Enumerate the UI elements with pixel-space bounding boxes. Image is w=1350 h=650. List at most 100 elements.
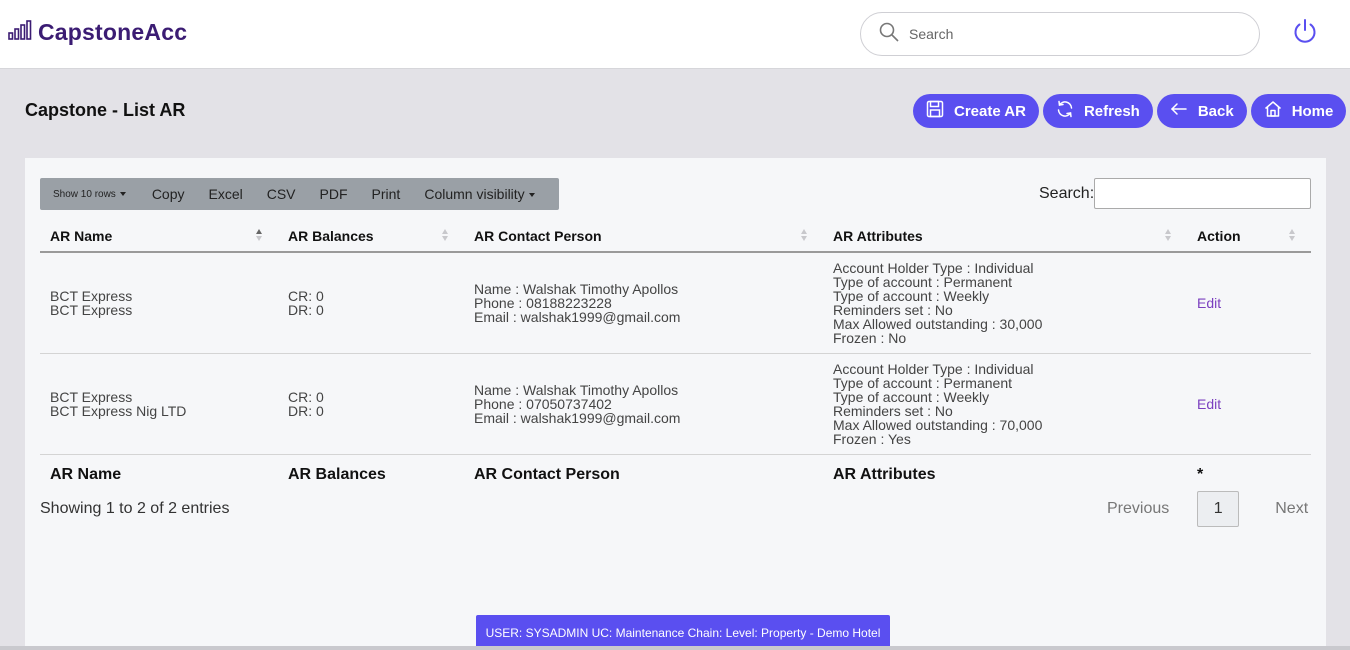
ar-name-line: BCT Express (50, 301, 133, 318)
bar-chart-icon (8, 19, 32, 46)
caret-down-icon (119, 191, 126, 196)
bottom-divider (0, 646, 1350, 650)
edit-link[interactable]: Edit (1197, 295, 1221, 311)
pdf-button[interactable]: PDF (320, 186, 348, 202)
contact-line: Email : walshak1999@gmail.com (474, 308, 681, 325)
table-info: Showing 1 to 2 of 2 entries (40, 500, 230, 517)
cell-ar-balances: CR: 0 DR: 0 (278, 252, 464, 354)
balance-line: CR: 0 (288, 388, 324, 405)
page-1-button[interactable]: 1 (1197, 491, 1240, 527)
previous-page-button[interactable]: Previous (1107, 500, 1169, 518)
col-header-ar-balances[interactable]: AR Balances (278, 220, 464, 253)
table-footer-row: AR Name AR Balances AR Contact Person AR… (40, 454, 1311, 490)
cell-action: Edit (1187, 252, 1311, 354)
copy-button[interactable]: Copy (152, 186, 185, 202)
home-label: Home (1291, 102, 1334, 120)
sort-icon (1289, 229, 1297, 243)
attribute-line: Reminders set : No (833, 301, 953, 318)
attribute-line: Account Holder Type : Individual (833, 360, 1034, 377)
col-header-ar-contact-person[interactable]: AR Contact Person (464, 220, 823, 253)
balance-line: DR: 0 (288, 301, 324, 318)
show-rows-label: Show 10 rows (53, 188, 116, 200)
table-row: BCT Express BCT Express Nig LTD CR: 0 DR: … (40, 353, 1311, 455)
edit-link[interactable]: Edit (1197, 396, 1221, 412)
global-search-input[interactable] (909, 26, 1229, 42)
back-label: Back (1197, 102, 1234, 120)
cell-ar-attributes: Account Holder Type : Individual Type of … (823, 252, 1187, 354)
attribute-line: Account Holder Type : Individual (833, 259, 1034, 276)
search-icon (879, 22, 899, 47)
ar-name-line: BCT Express Nig LTD (50, 402, 187, 419)
top-bar: CapstoneAcc (0, 0, 1350, 69)
create-ar-label: Create AR (954, 102, 1026, 120)
global-search[interactable] (860, 12, 1260, 56)
excel-button[interactable]: Excel (209, 186, 243, 202)
contact-line: Phone : 08188223228 (474, 294, 612, 311)
brand[interactable]: CapstoneAcc (8, 19, 187, 46)
show-rows-button[interactable]: Show 10 rows (53, 189, 126, 200)
sort-icon (442, 229, 450, 243)
col-footer-ar-name: AR Name (50, 466, 122, 484)
home-button[interactable]: Home (1250, 94, 1347, 128)
contact-line: Phone : 07050737402 (474, 395, 612, 412)
col-footer-ar-contact-person: AR Contact Person (474, 466, 620, 484)
attribute-line: Frozen : No (833, 329, 907, 346)
caret-down-icon (528, 193, 535, 198)
col-header-label: AR Contact Person (474, 227, 602, 244)
col-header-ar-attributes[interactable]: AR Attributes (823, 220, 1187, 253)
arrow-left-icon (1170, 100, 1188, 122)
sort-icon (256, 229, 264, 243)
table-card: Show 10 rows Copy Excel CSV PDF Print Co… (25, 158, 1326, 646)
table-header-row: AR Name AR Balances AR Contact Person AR… (40, 220, 1311, 253)
power-icon[interactable] (1291, 17, 1319, 45)
refresh-icon (1056, 100, 1074, 122)
refresh-button[interactable]: Refresh (1042, 94, 1153, 128)
brand-name: CapstoneAcc (38, 19, 188, 45)
cell-ar-contact: Name : Walshak Timothy Apollos Phone : 08… (464, 252, 823, 354)
ar-name-line: BCT Express (50, 287, 133, 304)
action-buttons: Create AR Refresh Back Home (913, 94, 1347, 128)
attribute-line: Max Allowed outstanding : 30,000 (833, 315, 1043, 332)
attribute-line: Max Allowed outstanding : 70,000 (833, 416, 1043, 433)
col-header-action[interactable]: Action (1187, 220, 1311, 253)
pagination: Previous 1 Next (1107, 491, 1308, 527)
table-search-input[interactable] (1094, 178, 1311, 209)
col-footer-ar-attributes: AR Attributes (833, 466, 936, 484)
cell-ar-name: BCT Express BCT Express (40, 252, 278, 354)
col-header-label: Action (1197, 227, 1241, 244)
col-footer-action: * (1197, 466, 1204, 484)
cell-ar-balances: CR: 0 DR: 0 (278, 353, 464, 455)
back-button[interactable]: Back (1156, 94, 1247, 128)
col-footer-ar-balances: AR Balances (288, 466, 386, 484)
cell-action: Edit (1187, 353, 1311, 455)
sort-icon (801, 229, 809, 243)
column-visibility-button[interactable]: Column visibility (424, 186, 535, 202)
status-bar: USER: SYSADMIN UC: Maintenance Chain: Le… (476, 615, 890, 650)
print-button[interactable]: Print (372, 186, 401, 202)
create-ar-button[interactable]: Create AR (913, 94, 1039, 128)
balance-line: DR: 0 (288, 402, 324, 419)
col-header-label: AR Name (50, 227, 113, 244)
table-row: BCT Express BCT Express CR: 0 DR: 0 Name :… (40, 252, 1311, 354)
attribute-line: Reminders set : No (833, 402, 953, 419)
save-icon (926, 100, 944, 122)
refresh-label: Refresh (1083, 102, 1140, 120)
page-title: Capstone - List AR (25, 100, 186, 120)
attribute-line: Type of account : Permanent (833, 374, 1012, 391)
col-header-label: AR Attributes (833, 227, 923, 244)
attribute-line: Frozen : Yes (833, 430, 911, 447)
csv-button[interactable]: CSV (267, 186, 296, 202)
column-visibility-label: Column visibility (424, 186, 525, 202)
attribute-line: Type of account : Weekly (833, 388, 990, 405)
contact-line: Name : Walshak Timothy Apollos (474, 381, 679, 398)
contact-line: Email : walshak1999@gmail.com (474, 409, 681, 426)
col-header-ar-name[interactable]: AR Name (40, 220, 278, 253)
next-page-button[interactable]: Next (1275, 500, 1308, 518)
cell-ar-attributes: Account Holder Type : Individual Type of … (823, 353, 1187, 455)
cell-ar-name: BCT Express BCT Express Nig LTD (40, 353, 278, 455)
attribute-line: Type of account : Permanent (833, 273, 1012, 290)
cell-ar-contact: Name : Walshak Timothy Apollos Phone : 07… (464, 353, 823, 455)
table-toolbar: Show 10 rows Copy Excel CSV PDF Print Co… (40, 178, 559, 210)
table-search-label: Search: (1039, 185, 1095, 202)
col-header-label: AR Balances (288, 227, 374, 244)
